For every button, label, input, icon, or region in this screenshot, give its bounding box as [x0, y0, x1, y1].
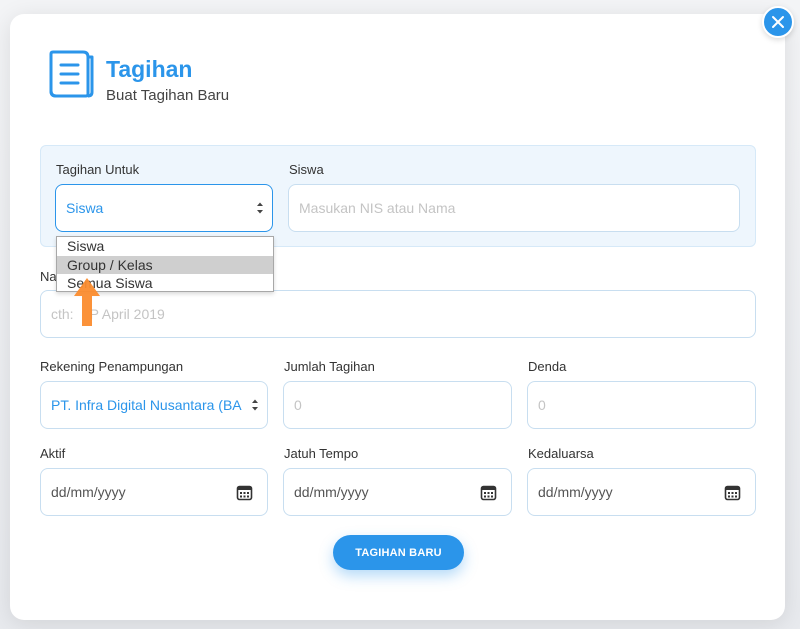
- calendar-icon[interactable]: [480, 484, 497, 501]
- nama-tagihan-placeholder-tail: P April 2019: [89, 306, 165, 322]
- jumlah-tagihan-label: Jumlah Tagihan: [284, 359, 375, 374]
- denda-input[interactable]: 0: [527, 381, 756, 429]
- tagihan-baru-button[interactable]: TAGIHAN BARU: [333, 535, 464, 570]
- document-list-icon: [49, 50, 94, 98]
- denda-label: Denda: [528, 359, 567, 374]
- tagihan-untuk-value: Siswa: [66, 200, 104, 216]
- jumlah-tagihan-placeholder: 0: [294, 397, 302, 413]
- close-button[interactable]: [762, 6, 794, 38]
- kedaluarsa-placeholder: dd/mm/yyyy: [538, 484, 613, 500]
- jumlah-tagihan-input[interactable]: 0: [283, 381, 512, 429]
- page-subtitle: Buat Tagihan Baru: [106, 87, 230, 104]
- jatuh-tempo-label: Jatuh Tempo: [284, 446, 359, 461]
- nama-tagihan-placeholder: cth:: [51, 306, 74, 322]
- select-arrows-icon: [252, 399, 258, 411]
- close-icon: [772, 16, 784, 28]
- siswa-label: Siswa: [289, 162, 324, 177]
- rekening-select[interactable]: PT. Infra Digital Nusantara (BA: [40, 381, 268, 429]
- aktif-date-input[interactable]: dd/mm/yyyy: [40, 468, 268, 516]
- aktif-placeholder: dd/mm/yyyy: [51, 484, 126, 500]
- arrow-up-icon: [74, 278, 100, 326]
- kedaluarsa-date-input[interactable]: dd/mm/yyyy: [527, 468, 756, 516]
- rekening-label: Rekening Penampungan: [40, 359, 184, 374]
- calendar-icon[interactable]: [724, 484, 741, 501]
- calendar-icon[interactable]: [236, 484, 253, 501]
- dropdown-option-group-kelas[interactable]: Group / Kelas: [57, 255, 273, 274]
- jatuh-tempo-date-input[interactable]: dd/mm/yyyy: [283, 468, 512, 516]
- kedaluarsa-label: Kedaluarsa: [528, 446, 594, 461]
- jatuh-tempo-placeholder: dd/mm/yyyy: [294, 484, 369, 500]
- rekening-value: PT. Infra Digital Nusantara (BA: [51, 397, 242, 413]
- select-arrows-icon: [257, 202, 263, 214]
- dropdown-option-siswa[interactable]: Siswa: [57, 237, 273, 256]
- denda-placeholder: 0: [538, 397, 546, 413]
- siswa-input[interactable]: Masukan NIS atau Nama: [288, 184, 740, 232]
- tagihan-untuk-label: Tagihan Untuk: [56, 162, 140, 177]
- nama-tagihan-label: Na: [40, 269, 57, 284]
- nama-tagihan-input[interactable]: cth: P April 2019: [40, 290, 756, 338]
- aktif-label: Aktif: [40, 446, 66, 461]
- tagihan-untuk-select[interactable]: Siswa: [55, 184, 273, 232]
- siswa-placeholder: Masukan NIS atau Nama: [299, 200, 456, 216]
- page-title: Tagihan: [106, 56, 193, 82]
